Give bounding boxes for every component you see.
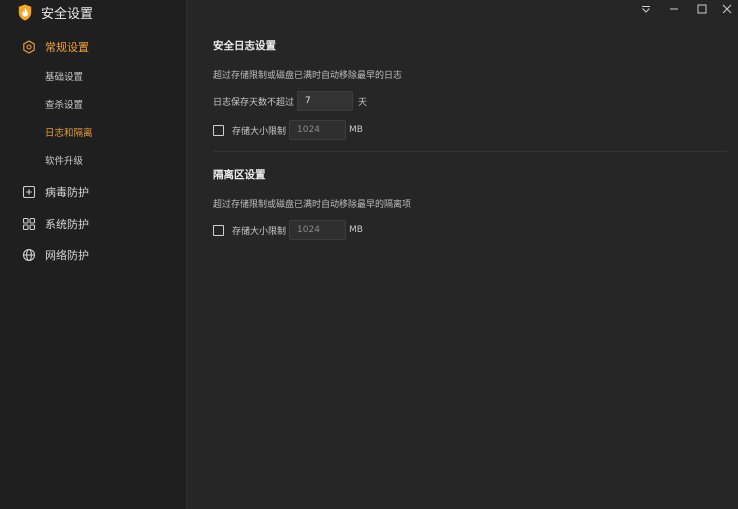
log-retention-label: 日志保存天数不超过 [213, 97, 295, 108]
log-retention-input[interactable] [297, 91, 354, 111]
quarantine-section-title: 隔离区设置 [213, 169, 266, 181]
globe-icon [22, 248, 36, 262]
quarantine-section-description: 超过存储限制或磁盘已满时自动移除最早的隔离项 [213, 200, 412, 210]
quarantine-size-limit-unit: MB [349, 225, 363, 235]
log-size-limit-unit: MB [349, 125, 363, 135]
log-size-limit-input[interactable] [289, 120, 347, 140]
app-header: 安全设置 [18, 2, 93, 22]
sidebar-item-log-quarantine[interactable]: 日志和隔离 [45, 125, 93, 139]
sidebar-group-label: 病毒防护 [45, 186, 89, 199]
sidebar-group-virus[interactable]: 病毒防护 [22, 184, 89, 200]
main-content: 安全日志设置 超过存储限制或磁盘已满时自动移除最早的日志 日志保存天数不超过 天… [187, 0, 738, 509]
log-size-row: 存储大小限制 MB [213, 120, 363, 140]
sidebar-item-update[interactable]: 软件升级 [45, 153, 83, 167]
grid-icon [22, 217, 36, 231]
sidebar-item-scan[interactable]: 查杀设置 [45, 97, 83, 111]
shield-flame-icon [18, 4, 32, 20]
log-size-limit-checkbox[interactable] [213, 124, 224, 136]
sidebar-group-general[interactable]: 常规设置 [22, 39, 89, 55]
log-section-title: 安全日志设置 [213, 40, 276, 52]
sidebar-item-basic[interactable]: 基础设置 [45, 69, 83, 83]
quarantine-size-row: 存储大小限制 MB [213, 220, 363, 240]
sidebar-group-label: 网络防护 [45, 249, 89, 262]
log-retention-unit: 天 [358, 97, 368, 108]
quarantine-size-limit-input[interactable] [289, 220, 347, 240]
app-title: 安全设置 [41, 6, 94, 22]
plus-box-icon [22, 185, 36, 199]
sidebar-group-network[interactable]: 网络防护 [22, 247, 89, 263]
sidebar: 安全设置 常规设置 基础设置 查杀设置 日志和隔离 软件升级 病毒防护 系统防护… [0, 0, 187, 509]
log-retention-row: 日志保存天数不超过 天 [213, 91, 367, 111]
log-section-description: 超过存储限制或磁盘已满时自动移除最早的日志 [213, 71, 403, 81]
log-size-limit-label: 存储大小限制 [232, 126, 287, 137]
quarantine-size-limit-label: 存储大小限制 [232, 226, 287, 237]
quarantine-size-limit-checkbox[interactable] [213, 224, 224, 236]
settings-window: 安全设置 常规设置 基础设置 查杀设置 日志和隔离 软件升级 病毒防护 系统防护… [0, 0, 738, 509]
section-divider [213, 151, 727, 152]
sidebar-group-label: 系统防护 [45, 218, 89, 231]
sidebar-group-system[interactable]: 系统防护 [22, 216, 89, 232]
settings-hex-icon [23, 40, 35, 54]
sidebar-group-label: 常规设置 [45, 41, 89, 54]
